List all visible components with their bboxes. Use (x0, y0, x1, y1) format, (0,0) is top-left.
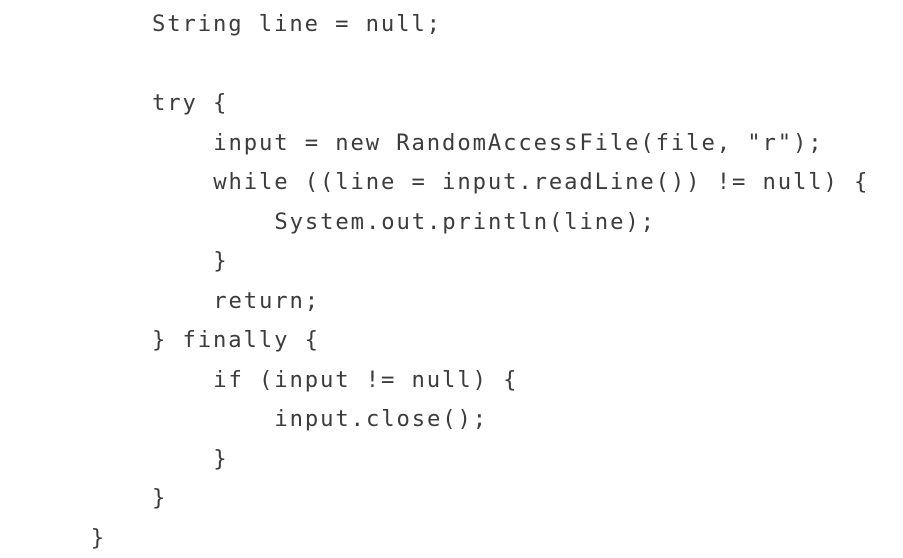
code-line: input.close(); (274, 400, 488, 440)
code-line: } (213, 440, 228, 480)
code-line: return; (213, 282, 320, 322)
document-page: String line = null; try {input = new Rand… (0, 0, 903, 549)
code-line: } (213, 242, 228, 282)
code-line: } (152, 479, 167, 519)
code-line: System.out.println(line); (274, 203, 655, 243)
code-line: String line = null; (152, 5, 442, 45)
code-listing: String line = null; try {input = new Rand… (0, 0, 903, 549)
code-line: input = new RandomAccessFile(file, "r"); (213, 124, 823, 164)
code-line: } finally { (152, 321, 320, 361)
code-line: while ((line = input.readLine()) != null… (213, 163, 869, 203)
code-line: if (input != null) { (213, 361, 518, 401)
code-line: } (91, 519, 106, 558)
code-line: try { (152, 84, 228, 124)
